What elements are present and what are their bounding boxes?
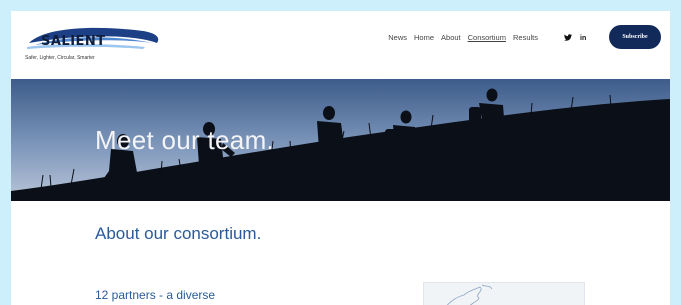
nav-item-news[interactable]: News — [388, 33, 407, 42]
social-links: in — [564, 34, 586, 43]
brand-name: SALIENT — [41, 34, 106, 49]
brand-tagline: Safer, Lighter, Circular, Smarter — [25, 55, 95, 61]
nav-item-about[interactable]: About — [441, 33, 461, 42]
twitter-icon[interactable] — [564, 34, 572, 43]
partners-heading: 12 partners - a diverse — [95, 288, 216, 302]
nav-item-consortium[interactable]: Consortium — [468, 33, 506, 42]
hero-title: Meet our team. — [95, 125, 275, 155]
brand-logo[interactable]: SALIENT Safer, Lighter, Circular, Smarte… — [25, 25, 165, 69]
about-consortium-heading: About our consortium. — [95, 224, 262, 243]
consortium-map-image — [423, 282, 585, 305]
site-header: SALIENT Safer, Lighter, Circular, Smarte… — [11, 11, 670, 79]
linkedin-icon[interactable]: in — [580, 35, 586, 42]
subscribe-button[interactable]: Subscribe — [609, 25, 661, 49]
main-nav: News Home About Consortium Results — [388, 33, 538, 42]
europe-map-icon — [446, 284, 493, 305]
nav-item-results[interactable]: Results — [513, 33, 538, 42]
page-frame: SALIENT Safer, Lighter, Circular, Smarte… — [11, 11, 670, 305]
hero-banner: Meet our team. — [11, 79, 670, 201]
nav-item-home[interactable]: Home — [414, 33, 434, 42]
